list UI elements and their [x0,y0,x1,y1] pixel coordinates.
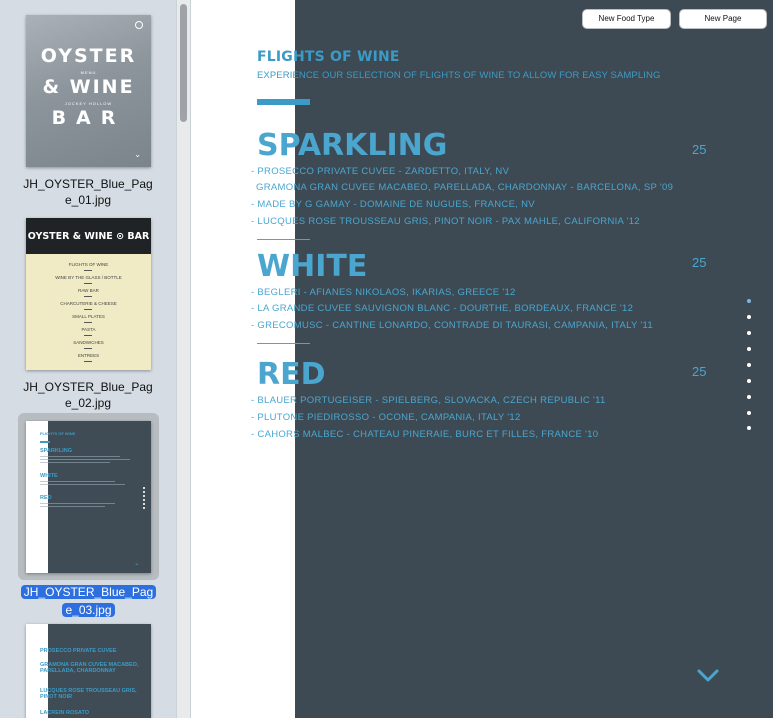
mini-line [40,459,130,460]
menu-item: PASTA [26,325,151,338]
page-nav-dot[interactable] [747,411,751,415]
section-divider [257,239,310,240]
wine-item: - LA GRANDE CUVEE SAUVIGNON BLANC - DOUR… [251,303,634,314]
menu-item: SMALL PLATES [26,312,151,325]
wine-item: - GRECOMUSC - CANTINE LONARDO, CONTRADE … [251,320,653,331]
logo-circle-icon [135,21,143,29]
page-nav-dot[interactable] [747,347,751,351]
page-thumbnail-4[interactable]: PROSECCO PRIVATE CUVEE GRAMONA GRAN CUVE… [26,624,151,718]
section-price: 25 [692,142,707,157]
mini-nav-dot [143,503,145,505]
menu-item: RAW BAR [26,286,151,299]
menu-item: FLIGHTS OF WINE [26,260,151,273]
page-nav-dot[interactable] [747,299,751,303]
section-price: 25 [692,255,707,270]
mini-nav-dot [143,499,145,501]
mini-title: FLIGHTS OF WINE [40,431,76,436]
label-line: JH_OYSTER_Blue_Pag [23,380,153,394]
chevron-down-icon: ⌄ [134,150,141,159]
mini-line [40,481,115,482]
mini-rule [40,441,50,443]
label-line: e_01.jpg [64,193,112,207]
page-preview: New Food Type New Page FLIGHTS OF WINE E… [191,0,773,718]
menu-item: ENTREES [26,351,151,364]
cover-tag-2: JOCKEY HOLLOW [64,101,113,106]
mini-nav-dot [143,487,145,489]
app-window: OYSTER MENU & WINE JOCKEY HOLLOW BAR ⌄ J… [0,0,773,718]
wine-item: GRAMONA GRAN CUVEE MACABEO, PARELLADA, C… [256,182,674,193]
page-title: FLIGHTS OF WINE [257,49,400,65]
page-nav-dot[interactable] [747,395,751,399]
page-thumbnail-2[interactable]: OYSTER & WINE ⊙ BAR FLIGHTS OF WINE WINE… [26,218,151,370]
thumb-header: OYSTER & WINE ⊙ BAR [26,218,151,254]
page-subtitle: EXPERIENCE OUR SELECTION OF FLIGHTS OF W… [257,70,661,81]
page-nav-dot[interactable] [747,315,751,319]
mini-line-1: PROSECCO PRIVATE CUVEE [40,648,117,654]
chevron-down-icon[interactable] [696,667,720,683]
page-nav-dot[interactable] [747,379,751,383]
page-nav-dot[interactable] [747,426,751,430]
mini-line [40,503,115,504]
wine-item: - LUCQUES ROSE TROUSSEAU GRIS, PINOT NOI… [251,216,640,227]
section-price: 25 [692,364,707,379]
wine-item: - CAHORS MALBEC - CHATEAU PINERAIE, BURC… [251,429,599,440]
page-nav-dot[interactable] [747,331,751,335]
section-title-sparkling: SPARKLING [257,128,448,163]
scrollbar-thumb[interactable] [180,4,187,122]
wine-item: - PROSECCO PRIVATE CUVEE - ZARDETTO, ITA… [251,166,510,177]
page-thumbnail-label-1[interactable]: JH_OYSTER_Blue_Pag e_01.jpg [8,176,168,208]
mini-line [40,506,105,507]
title-rule [257,99,310,105]
thumb-menu-list: FLIGHTS OF WINE WINE BY THE GLASS / BOTT… [26,260,151,364]
mini-line-3: LUCQUES ROSE TROUSSEAU GRIS, PINOT NOIR [40,688,137,700]
mini-section-3: RED [40,495,52,501]
label-line: JH_OYSTER_Blue_Pag [23,177,153,191]
page-thumbnail-sidebar: OYSTER MENU & WINE JOCKEY HOLLOW BAR ⌄ J… [0,0,178,718]
page-thumbnail-3[interactable]: FLIGHTS OF WINE SPARKLING WHITE RED ⌄ [26,421,151,573]
section-title-white: WHITE [257,249,368,284]
mini-line [40,484,125,485]
label-line: JH_OYSTER_Blue_Pag [20,585,157,599]
label-line: e_03.jpg [62,603,115,617]
cover-tag-1: MENU [80,70,97,75]
menu-item: WINE BY THE GLASS / BOTTLE [26,273,151,286]
cover-line-1: OYSTER [40,45,137,67]
page-nav-dot[interactable] [747,363,751,367]
page-thumbnail-label-2[interactable]: JH_OYSTER_Blue_Pag e_02.jpg [8,379,168,411]
section-divider [257,343,310,344]
page-thumbnail-1[interactable]: OYSTER MENU & WINE JOCKEY HOLLOW BAR ⌄ [26,15,151,167]
mini-nav-dot [143,507,145,509]
wine-item: - MADE BY G GAMAY - DOMAINE DE NUGUES, F… [251,199,535,210]
label-line: e_02.jpg [64,396,112,410]
page-thumbnail-label-3[interactable]: JH_OYSTER_Blue_Pag e_03.jpg [18,583,159,619]
wine-item: - PLUTONE PIEDIROSSO - OCONE, CAMPANIA, … [251,412,521,423]
section-title-red: RED [257,357,326,392]
mini-line [40,456,120,457]
wine-item: - BEGLERI - AFIANES NIKOLAOS, IKARIAS, G… [251,287,516,298]
menu-item: CHARCUTERIE & CHEESE [26,299,151,312]
new-page-button[interactable]: New Page [679,9,767,29]
mini-line [40,462,110,463]
mini-nav-dot [143,491,145,493]
cover-line-2: & WINE [42,76,135,98]
cover-line-3: BAR [51,107,126,129]
mini-section-2: WHITE [40,473,58,479]
menu-item: SANDWICHES [26,338,151,351]
mini-line-4: LACREIN ROSATO [40,710,89,716]
wine-item: - BLAUER PORTUGEISER - SPIELBERG, SLOVAC… [251,395,606,406]
new-food-type-button[interactable]: New Food Type [582,9,671,29]
sidebar-scrollbar[interactable] [176,0,190,718]
mini-line-2: GRAMONA GRAN CUVEE MACABEO, PARELLADA, C… [40,662,139,674]
mini-section-1: SPARKLING [40,448,72,454]
chevron-down-icon: ⌄ [134,560,140,567]
mini-nav-dot [143,495,145,497]
